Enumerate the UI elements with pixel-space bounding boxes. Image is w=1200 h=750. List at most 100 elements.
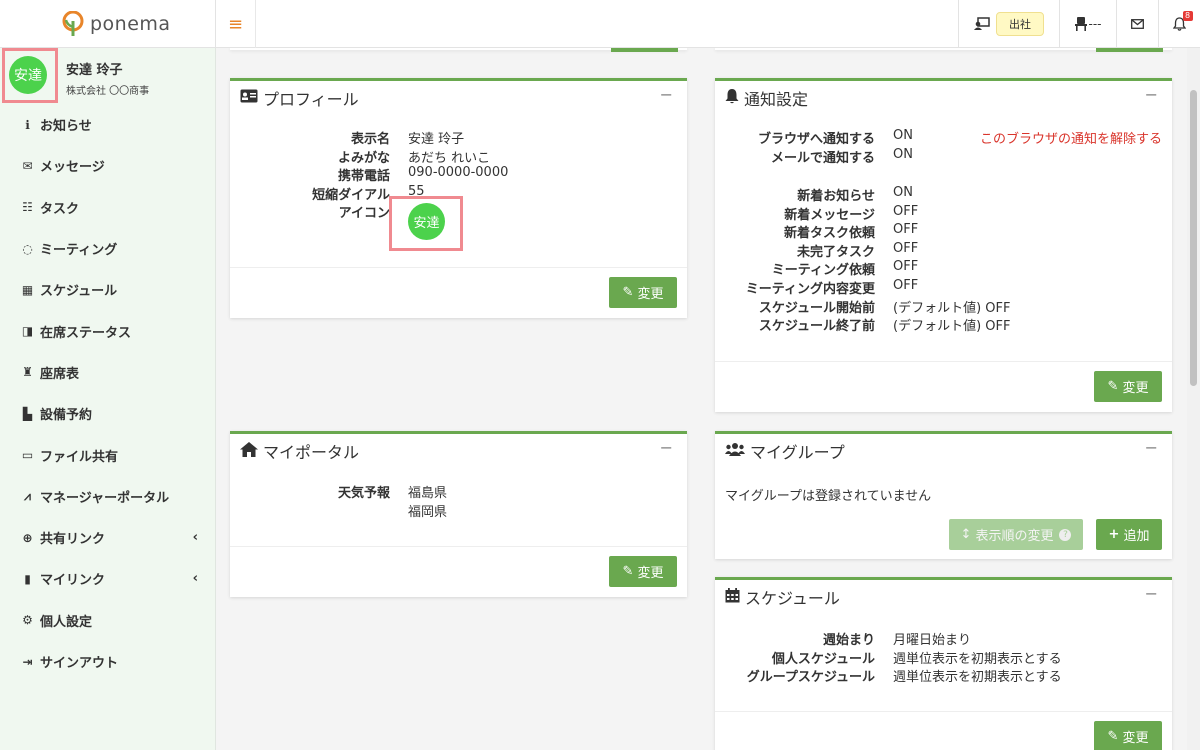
my-group-card: マイグループ − マイグループは登録されていません ↕ 表示順の変更 ? + 追加 (715, 431, 1172, 559)
portal-edit-button[interactable]: ✎ 変更 (609, 556, 677, 587)
signout-icon: ⇥ (22, 654, 33, 669)
page-scrollbar[interactable] (1187, 48, 1200, 750)
field-label: よみがな (337, 150, 390, 166)
sidebar-item-tasks[interactable]: ☷ タスク (0, 187, 216, 228)
notify-row: スケジュール開始前 (デフォルト値) OFF (715, 297, 1011, 316)
seat-button[interactable]: --- (1059, 0, 1116, 48)
collapse-button[interactable]: − (1145, 85, 1158, 104)
notify-row: スケジュール終了前 (デフォルト値) OFF (715, 315, 1011, 335)
edit-icon: ✎ (622, 285, 634, 300)
sidebar-item-files[interactable]: ▭ ファイル共有 (0, 434, 216, 475)
button-label: 変更 (1122, 731, 1149, 746)
schedule-edit-button[interactable]: ✎ 変更 (1094, 721, 1162, 750)
presence-status-button[interactable]: 出社 (958, 0, 1059, 48)
profile-field-row: アイコン (230, 202, 508, 221)
avatar[interactable]: 安達 (9, 56, 47, 94)
menu-toggle-button[interactable]: ≡ (216, 0, 256, 48)
chevron-left-icon: ‹ (192, 530, 198, 546)
field-label: グループスケジュール (746, 670, 875, 686)
seat-label: --- (1088, 17, 1102, 31)
profile-edit-button[interactable]: ✎ 変更 (609, 277, 677, 308)
group-empty-text: マイグループは登録されていません (725, 489, 932, 504)
portal-card-footer: ✎ 変更 (230, 546, 687, 597)
collapse-button[interactable]: − (660, 85, 673, 104)
field-label: 新着お知らせ (797, 189, 875, 204)
sidebar-item-label: メッセージ (40, 160, 105, 176)
scrollbar-thumb[interactable] (1190, 90, 1197, 386)
door-icon: ▙ (22, 406, 33, 421)
schedule-card-title: スケジュール (745, 589, 840, 608)
sidebar-item-manager-portal[interactable]: ⩘ マネージャーポータル (0, 476, 216, 517)
chevron-left-icon: ‹ (192, 571, 198, 587)
notification-button[interactable]: 8 (1158, 0, 1200, 48)
portal-field-row: 福岡県 (230, 501, 447, 520)
notify-row: 未完了タスク OFF (715, 241, 1010, 260)
sidebar-item-presence[interactable]: ◨ 在席ステータス (0, 310, 216, 351)
field-label: 未完了タスク (796, 244, 875, 260)
home-icon (240, 441, 258, 461)
field-value: (デフォルト値) OFF (893, 319, 1011, 335)
field-label: ミーティング依頼 (771, 263, 875, 279)
edit-icon: ✎ (622, 564, 634, 579)
sidebar-item-label: マイリンク (40, 573, 106, 589)
card-above-left-button[interactable] (611, 48, 678, 52)
sidebar-item-label: タスク (40, 201, 80, 217)
collapse-button[interactable]: − (660, 438, 673, 457)
brand[interactable]: ponema (0, 0, 216, 48)
collapse-button[interactable]: − (1145, 438, 1158, 457)
user-company: 株式会社 〇〇商事 (66, 86, 150, 97)
profile-avatar[interactable]: 安達 (408, 203, 445, 240)
chair-icon: ♜ (22, 365, 33, 380)
field-label: 表示名 (350, 132, 390, 147)
notify-row: 新着メッセージ OFF (715, 204, 1010, 223)
field-label: スケジュール開始前 (758, 300, 875, 316)
profile-fields: 表示名 安達 玲子 よみがな あだち れいこ 携帯電話 090-0000-0000 短… (230, 128, 508, 221)
card-above-right-button[interactable] (1096, 48, 1163, 52)
notify-edit-button[interactable]: ✎ 変更 (1094, 371, 1162, 402)
ponema-logo-icon (62, 11, 84, 36)
message-button[interactable] (1116, 0, 1158, 48)
button-label: 追加 (1123, 529, 1150, 544)
sidebar-item-schedule[interactable]: ▦ スケジュール (0, 269, 216, 310)
notify-row: 新着お知らせ ON (715, 185, 1010, 204)
globe-icon: ⊕ (22, 530, 33, 545)
collapse-button[interactable]: − (1145, 584, 1158, 603)
sidebar-item-label: 設備予約 (40, 408, 93, 424)
group-order-button[interactable]: ↕ 表示順の変更 ? (949, 519, 1083, 550)
notify-card-header: 通知設定 − (715, 81, 1172, 115)
sidebar-item-label: 在席ステータス (40, 325, 132, 341)
notification-settings-card: 通知設定 − ブラウザへ通知する ON メールで通知する ON このブラウザの通知を… (715, 78, 1172, 412)
sidebar-item-shared-links[interactable]: ⊕ 共有リンク ‹ (0, 517, 216, 558)
sidebar-item-signout[interactable]: ⇥ サインアウト (0, 641, 216, 682)
notify-row: ブラウザへ通知する ON (715, 128, 913, 147)
sidebar-item-facility[interactable]: ▙ 設備予約 (0, 393, 216, 434)
weather-location: 福島県 (408, 486, 448, 501)
sidebar-item-meetings[interactable]: ◌ ミーティング (0, 228, 216, 269)
sidebar-item-label: 共有リンク (40, 532, 106, 548)
sidebar-item-label: マネージャーポータル (40, 490, 170, 506)
sidebar-item-seating[interactable]: ♜ 座席表 (0, 352, 216, 393)
button-label: 変更 (1122, 381, 1149, 396)
field-label: ミーティング内容変更 (745, 281, 875, 297)
comments-icon: ◌ (22, 241, 33, 256)
field-label: 週始まり (822, 633, 875, 648)
sidebar-item-messages[interactable]: ✉ メッセージ (0, 145, 216, 186)
sidebar-item-my-links[interactable]: ▮ マイリンク ‹ (0, 558, 216, 599)
button-label: 表示順の変更 (975, 529, 1054, 544)
folder-icon: ▭ (21, 448, 34, 463)
checklist-icon: ☷ (22, 200, 33, 215)
profile-card: プロフィール − 表示名 安達 玲子 よみがな あだち れいこ 携帯電話 090-00… (230, 78, 687, 318)
field-value: 月曜日始まり (893, 633, 972, 648)
field-value: OFF (893, 259, 919, 275)
sidebar-item-settings[interactable]: ⚙ 個人設定 (0, 600, 216, 641)
field-label: 新着メッセージ (784, 207, 875, 223)
field-label: 短縮ダイアル (312, 187, 390, 203)
group-card-header: マイグループ − (715, 434, 1172, 468)
sidebar-item-news[interactable]: ℹ お知らせ (0, 104, 216, 145)
hamburger-icon: ≡ (227, 13, 244, 35)
top-bar: ponema ≡ 出社 --- 8 (0, 0, 1200, 48)
unsubscribe-browser-link[interactable]: このブラウザの通知を解除する (980, 128, 1162, 147)
group-add-button[interactable]: + 追加 (1096, 519, 1162, 550)
gear-icon: ⚙ (22, 613, 33, 628)
schedule-card: スケジュール − 週始まり 月曜日始まり 個人スケジュール 週単位表示を初期表示とす… (715, 577, 1172, 750)
